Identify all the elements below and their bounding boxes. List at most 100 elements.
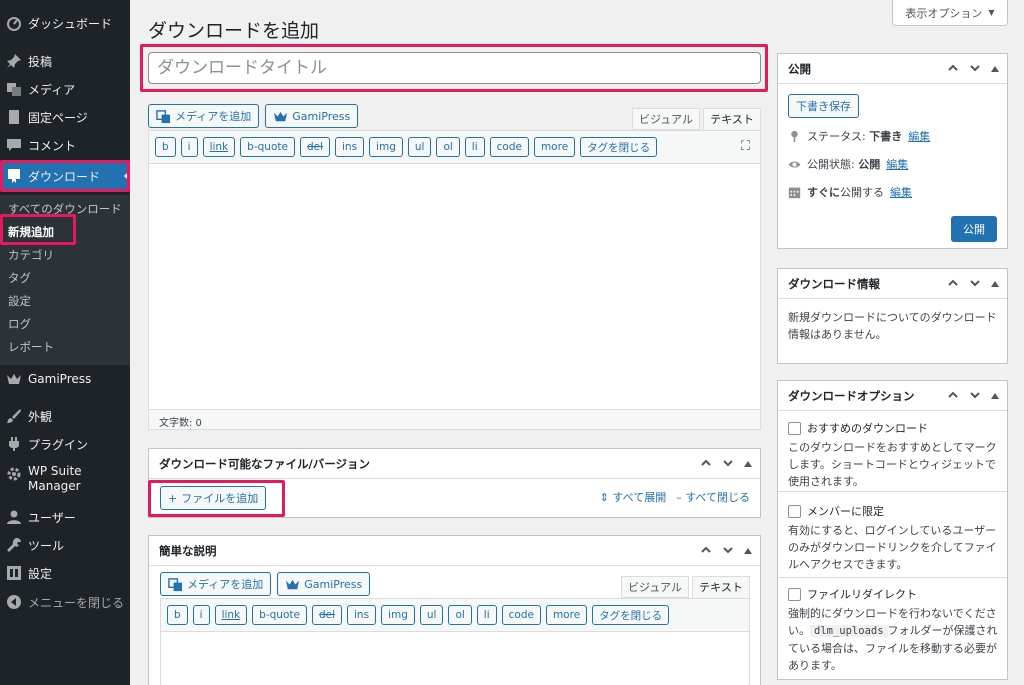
submenu-settings[interactable]: 設定 [8, 293, 31, 309]
sd-textarea[interactable] [161, 631, 749, 685]
menu-media[interactable]: メディア [0, 75, 130, 103]
files-box-header[interactable]: ダウンロード可能なファイル/バージョン [149, 449, 760, 479]
expand-icon: ⇕ [599, 491, 613, 504]
menu-users[interactable]: ユーザー [0, 503, 130, 531]
qt-del[interactable]: del [311, 605, 342, 625]
featured-checkbox[interactable] [788, 421, 801, 435]
qt-del[interactable]: del [299, 137, 330, 157]
menu-pages[interactable]: 固定ページ [0, 103, 130, 131]
menu-plugins[interactable]: プラグイン [0, 430, 130, 458]
visibility-row: 公開状態: 公開 編集 [788, 156, 908, 172]
qt-close-tags[interactable]: タグを閉じる [580, 137, 658, 157]
qt-ul[interactable]: ul [407, 137, 432, 157]
move-up-icon[interactable] [700, 457, 712, 472]
qt-img[interactable]: img [369, 137, 403, 157]
page-title: ダウンロードを追加 [148, 20, 320, 42]
qt-link[interactable]: link [214, 605, 248, 625]
qt-code[interactable]: code [501, 605, 541, 625]
menu-posts[interactable]: 投稿 [0, 47, 130, 75]
menu-settings[interactable]: 設定 [0, 559, 130, 587]
menu-appearance[interactable]: 外観 [0, 402, 130, 430]
toggle-panel-icon[interactable] [991, 389, 999, 403]
edit-status-link[interactable]: 編集 [908, 128, 930, 144]
menu-posts-label: 投稿 [28, 54, 53, 69]
submenu-reports[interactable]: レポート [8, 339, 54, 355]
menu-wpsuite[interactable]: WP Suite Manager [0, 464, 130, 498]
gamipress-button[interactable]: GamiPress [265, 104, 359, 128]
menu-tools[interactable]: ツール [0, 531, 130, 559]
publish-button[interactable]: 公開 [951, 216, 997, 242]
expand-all-label: すべて展開 [612, 491, 667, 504]
close-all-link[interactable]: – すべて閉じる [676, 489, 750, 505]
qt-bquote[interactable]: b-quote [240, 137, 295, 157]
toggle-panel-icon[interactable] [744, 544, 752, 558]
menu-dashboard[interactable]: ダッシュボード [0, 9, 130, 37]
qt-bquote[interactable]: b-quote [252, 605, 307, 625]
toggle-panel-icon[interactable] [991, 277, 999, 291]
submenu-all-downloads[interactable]: すべてのダウンロード [8, 201, 122, 217]
qt-ins[interactable]: ins [347, 605, 377, 625]
toggle-panel-icon[interactable] [991, 62, 999, 76]
save-draft-button[interactable]: 下書き保存 [788, 94, 859, 118]
menu-collapse[interactable]: メニューを閉じる [0, 588, 130, 616]
qt-ul[interactable]: ul [419, 605, 444, 625]
submenu-categories[interactable]: カテゴリ [8, 247, 54, 263]
add-media-button[interactable]: メディアを追加 [148, 104, 260, 128]
screen-options-button[interactable]: 表示オプション ▼ [892, 0, 1008, 26]
short-desc-header[interactable]: 簡単な説明 [149, 536, 760, 566]
sd-tab-visual[interactable]: ビジュアル [621, 576, 689, 598]
fullscreen-icon[interactable]: ⛶ [741, 139, 750, 154]
menu-comments[interactable]: コメント [0, 131, 130, 159]
qt-italic[interactable]: i [192, 605, 210, 625]
menu-downloads[interactable]: ダウンロード [0, 161, 130, 191]
sd-tab-text[interactable]: テキスト [692, 576, 750, 598]
qt-ol[interactable]: ol [436, 137, 460, 157]
members-only-checkbox[interactable] [788, 504, 801, 518]
download-options-header[interactable]: ダウンロードオプション [778, 381, 1007, 411]
download-info-header[interactable]: ダウンロード情報 [778, 269, 1007, 299]
qt-bold[interactable]: b [167, 605, 188, 625]
menu-gamipress[interactable]: GamiPress [0, 365, 130, 393]
title-input[interactable] [148, 52, 761, 84]
sd-add-media-button[interactable]: メディアを追加 [160, 572, 272, 596]
move-down-icon[interactable] [969, 62, 981, 77]
qt-more[interactable]: more [533, 137, 576, 157]
edit-visibility-link[interactable]: 編集 [886, 156, 908, 172]
edit-schedule-link[interactable]: 編集 [890, 184, 912, 200]
move-up-icon[interactable] [947, 277, 959, 292]
short-desc-controls [700, 536, 752, 566]
qt-italic[interactable]: i [180, 137, 198, 157]
redirect-checkbox[interactable] [788, 587, 801, 601]
qt-li[interactable]: li [476, 605, 497, 625]
qt-more[interactable]: more [545, 605, 588, 625]
submenu-logs[interactable]: ログ [8, 316, 31, 332]
move-up-icon[interactable] [947, 62, 959, 77]
move-up-icon[interactable] [700, 544, 712, 559]
add-file-button[interactable]: + ファイルを追加 [160, 486, 267, 510]
submenu-tags[interactable]: タグ [8, 270, 31, 286]
move-down-icon[interactable] [722, 544, 734, 559]
qt-li[interactable]: li [464, 137, 485, 157]
qt-close-tags[interactable]: タグを閉じる [592, 605, 670, 625]
qt-link[interactable]: link [202, 137, 236, 157]
toggle-panel-icon[interactable] [744, 457, 752, 471]
move-down-icon[interactable] [722, 457, 734, 472]
qt-bold[interactable]: b [155, 137, 176, 157]
sd-gamipress-button[interactable]: GamiPress [277, 572, 371, 596]
schedule-text: すぐに公開する [807, 184, 884, 200]
tab-visual[interactable]: ビジュアル [632, 108, 700, 130]
move-down-icon[interactable] [969, 277, 981, 292]
publish-header[interactable]: 公開 [778, 54, 1007, 84]
qt-ins[interactable]: ins [335, 137, 365, 157]
move-down-icon[interactable] [969, 389, 981, 404]
tab-text[interactable]: テキスト [703, 108, 761, 130]
move-up-icon[interactable] [947, 389, 959, 404]
expand-all-link[interactable]: ⇕ すべて展開 [600, 489, 667, 505]
content-textarea[interactable] [149, 163, 760, 409]
qt-img[interactable]: img [381, 605, 415, 625]
qt-ol[interactable]: ol [448, 605, 472, 625]
submenu-add-new[interactable]: 新規追加 [8, 224, 54, 240]
qt-code[interactable]: code [489, 137, 529, 157]
quicktags-toolbar: b i link b-quote del ins img ul ol li co… [155, 137, 658, 157]
publish-box: 公開 下書き保存 ステータス: 下書き 編集 公開状態: 公開 編集 すぐに公開… [777, 53, 1008, 249]
